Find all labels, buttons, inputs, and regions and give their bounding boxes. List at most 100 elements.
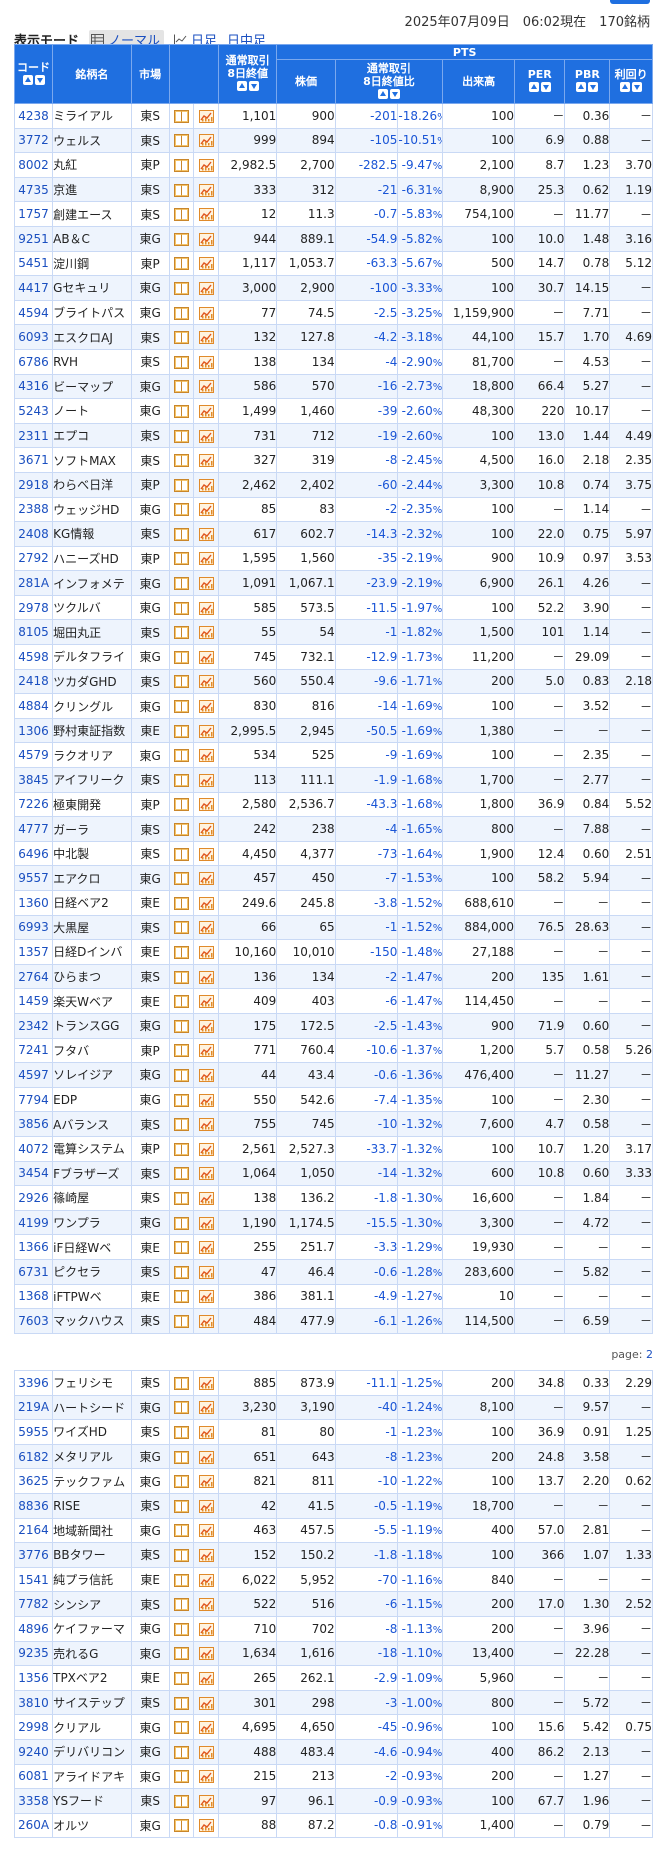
stock-code[interactable]: 3776: [13, 1542, 54, 1568]
report-link[interactable]: [168, 1566, 195, 1593]
stock-code[interactable]: 2978: [13, 594, 54, 621]
report-link[interactable]: [168, 914, 195, 941]
chart-link[interactable]: [193, 1714, 220, 1740]
stock-code[interactable]: 4417: [13, 275, 54, 301]
stock-code[interactable]: 1459: [13, 988, 54, 1014]
stock-name[interactable]: ミライアル: [52, 103, 132, 129]
stock-code[interactable]: 2342: [13, 1012, 54, 1039]
stock-code[interactable]: 2164: [13, 1517, 54, 1544]
report-link[interactable]: [168, 1640, 195, 1667]
chart-link[interactable]: [193, 103, 220, 129]
stock-code[interactable]: 9251: [13, 225, 54, 252]
stock-code[interactable]: 1366: [13, 1234, 54, 1260]
report-link[interactable]: [168, 693, 195, 719]
stock-code[interactable]: 2926: [13, 1185, 54, 1211]
stock-code[interactable]: 3358: [13, 1788, 54, 1814]
report-link[interactable]: [168, 1763, 195, 1790]
report-link[interactable]: [168, 1443, 195, 1470]
stock-name[interactable]: マックハウス: [52, 1308, 132, 1334]
report-link[interactable]: [168, 963, 195, 990]
stock-code[interactable]: 1757: [13, 201, 54, 227]
stock-code[interactable]: 2388: [13, 496, 54, 523]
sort-asc-icon[interactable]: [576, 82, 587, 92]
stock-code[interactable]: 6093: [13, 324, 54, 350]
stock-name[interactable]: 大黒屋: [52, 914, 132, 941]
stock-name[interactable]: Aバランス: [52, 1111, 132, 1137]
stock-name[interactable]: 野村東証指数: [52, 717, 132, 744]
stock-code[interactable]: 4777: [13, 816, 54, 842]
stock-name[interactable]: フェリシモ: [52, 1370, 132, 1396]
stock-name[interactable]: 日経ベア2: [52, 890, 132, 916]
stock-name[interactable]: 淀川鋼: [52, 250, 132, 277]
report-link[interactable]: [168, 1812, 195, 1839]
chart-link[interactable]: [193, 1468, 220, 1494]
report-link[interactable]: [168, 1111, 195, 1137]
stock-name[interactable]: ワンプラ: [52, 1209, 132, 1236]
stock-name[interactable]: 日経Dインバ: [52, 939, 132, 965]
stock-name[interactable]: デリバリコン: [52, 1738, 132, 1765]
stock-name[interactable]: ソレイジア: [52, 1062, 132, 1088]
chart-link[interactable]: [193, 1086, 220, 1113]
stock-code[interactable]: 8105: [13, 619, 54, 646]
stock-name[interactable]: ハートシード: [52, 1394, 132, 1421]
chart-link[interactable]: [193, 373, 220, 400]
stock-code[interactable]: 281A: [13, 570, 54, 596]
stock-code[interactable]: 5451: [13, 250, 54, 277]
stock-code[interactable]: 4579: [13, 742, 54, 769]
report-link[interactable]: [168, 570, 195, 596]
chart-link[interactable]: [193, 422, 220, 449]
stock-code[interactable]: 2792: [13, 545, 54, 572]
chart-link[interactable]: [193, 939, 220, 965]
stock-name[interactable]: トランスGG: [52, 1012, 132, 1039]
chart-link[interactable]: [193, 398, 220, 424]
stock-code[interactable]: 9557: [13, 865, 54, 891]
chart-link[interactable]: [193, 1283, 220, 1310]
stock-name[interactable]: ツクルバ: [52, 594, 132, 621]
stock-name[interactable]: TPXベア2: [52, 1665, 132, 1691]
stock-name[interactable]: わらべ日洋: [52, 471, 132, 498]
chart-link[interactable]: [193, 1615, 220, 1642]
col-code[interactable]: コード: [13, 44, 54, 104]
chart-link[interactable]: [193, 717, 220, 744]
report-link[interactable]: [168, 447, 195, 473]
stock-name[interactable]: ケイファーマ: [52, 1615, 132, 1642]
chart-link[interactable]: [193, 1517, 220, 1544]
stock-code[interactable]: 7794: [13, 1086, 54, 1113]
report-link[interactable]: [168, 668, 195, 695]
stock-name[interactable]: 電算システム: [52, 1135, 132, 1162]
report-link[interactable]: [168, 1012, 195, 1039]
report-link[interactable]: [168, 348, 195, 375]
chart-link[interactable]: [193, 471, 220, 498]
chart-link[interactable]: [193, 865, 220, 891]
report-link[interactable]: [168, 1135, 195, 1162]
report-link[interactable]: [168, 1062, 195, 1088]
stock-code[interactable]: 4072: [13, 1135, 54, 1162]
chart-link[interactable]: [193, 152, 220, 178]
stock-code[interactable]: 4884: [13, 693, 54, 719]
stock-name[interactable]: クリングル: [52, 693, 132, 719]
report-link[interactable]: [168, 1492, 195, 1519]
col-pbr[interactable]: PBR: [564, 59, 611, 104]
chart-link[interactable]: [193, 1812, 220, 1839]
stock-name[interactable]: シンシア: [52, 1591, 132, 1617]
sort-desc-icon[interactable]: [248, 81, 259, 91]
col-yield[interactable]: 利回り: [609, 59, 653, 104]
chart-link[interactable]: [193, 914, 220, 941]
stock-name[interactable]: ブライトパス: [52, 299, 132, 326]
chart-link[interactable]: [193, 963, 220, 990]
chart-link[interactable]: [193, 1591, 220, 1617]
stock-name[interactable]: ラクオリア: [52, 742, 132, 769]
stock-code[interactable]: 1368: [13, 1283, 54, 1310]
chart-link[interactable]: [193, 619, 220, 646]
chart-link[interactable]: [193, 1234, 220, 1260]
stock-code[interactable]: 2311: [13, 422, 54, 449]
stock-code[interactable]: 3454: [13, 1160, 54, 1187]
report-link[interactable]: [168, 176, 195, 203]
stock-name[interactable]: ツカダGHD: [52, 668, 132, 695]
stock-code[interactable]: 1357: [13, 939, 54, 965]
report-link[interactable]: [168, 324, 195, 350]
chart-link[interactable]: [193, 840, 220, 867]
report-link[interactable]: [168, 496, 195, 523]
report-link[interactable]: [168, 1037, 195, 1064]
chart-link[interactable]: [193, 275, 220, 301]
